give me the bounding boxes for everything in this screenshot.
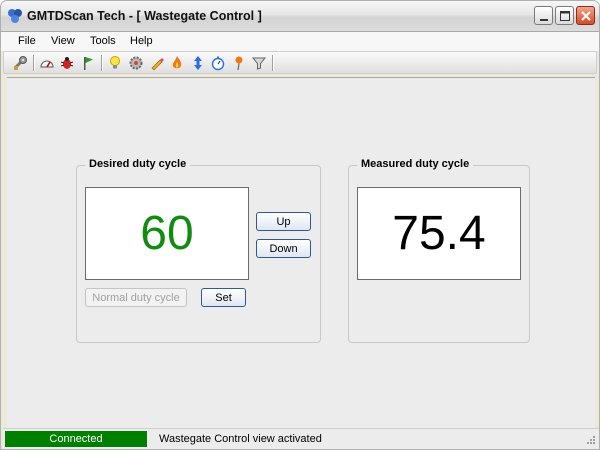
pin-icon[interactable] [231,55,247,71]
menu-tools[interactable]: Tools [90,35,116,47]
measured-value-display: 75.4 [357,187,521,280]
flame-icon[interactable] [169,55,185,71]
bulb-icon[interactable] [107,55,123,71]
desired-value: 60 [140,206,194,260]
set-button[interactable]: Set [201,288,246,307]
maximize-icon [560,11,570,21]
menu-file[interactable]: File [18,35,36,47]
gauge-icon[interactable] [39,55,55,71]
maximize-button[interactable] [555,6,574,25]
filter-icon[interactable] [251,55,267,71]
desired-group-title: Desired duty cycle [85,158,191,170]
app-logo-icon [8,9,22,23]
toolbar-separator [101,55,103,71]
menu-view[interactable]: View [51,35,75,47]
close-icon [581,11,591,21]
connection-status: Connected [5,431,147,447]
desired-duty-cycle-group: Desired duty cycle 60 Up Down Normal dut… [76,158,321,343]
pencil-icon[interactable] [149,55,165,71]
window-title: GMTDScan Tech - [ Wastegate Control ] [27,9,262,23]
flag-icon[interactable] [80,55,96,71]
menu-help[interactable]: Help [130,35,153,47]
main-panel: Desired duty cycle 60 Up Down Normal dut… [7,77,595,428]
toolbar [3,51,597,74]
measured-value: 75.4 [392,206,486,260]
updown-arrow-icon[interactable] [190,55,206,71]
measured-group-title: Measured duty cycle [357,158,474,170]
menu-bar: File View Tools Help [1,32,599,51]
minimize-button[interactable] [534,6,553,25]
measured-duty-cycle-group: Measured duty cycle 75.4 [348,158,530,343]
title-bar[interactable]: GMTDScan Tech - [ Wastegate Control ] [1,1,599,32]
down-button[interactable]: Down [256,239,311,258]
app-window: GMTDScan Tech - [ Wastegate Control ] Fi… [0,0,600,450]
wrench-icon[interactable] [12,55,28,71]
normal-duty-cycle-button[interactable]: Normal duty cycle [85,288,187,307]
status-message: Wastegate Control view activated [159,433,322,445]
minimize-icon [540,19,548,21]
stopwatch-icon[interactable] [210,55,226,71]
resize-grip-icon[interactable] [584,435,596,447]
toolbar-separator [33,55,35,71]
bug-icon[interactable] [59,55,75,71]
toolbar-separator [272,55,274,71]
up-button[interactable]: Up [256,212,311,231]
cog-icon[interactable] [128,55,144,71]
close-button[interactable] [576,6,595,25]
desired-value-display: 60 [85,187,249,280]
status-bar: Connected Wastegate Control view activat… [3,428,599,449]
